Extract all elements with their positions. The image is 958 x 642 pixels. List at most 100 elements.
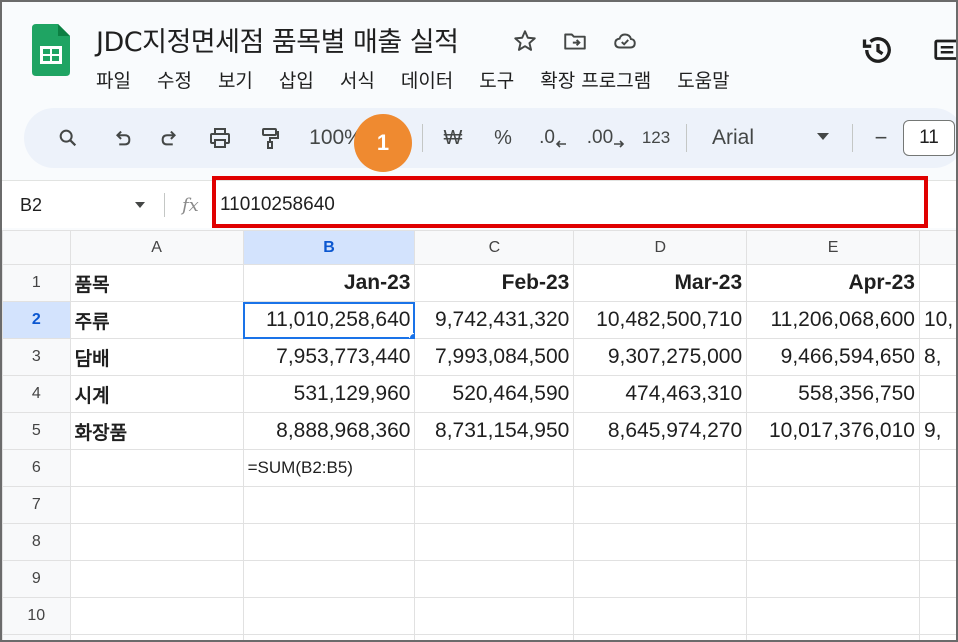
increase-decimal-button[interactable]: .00 — [586, 108, 626, 168]
cell-c6[interactable] — [414, 449, 575, 487]
cell-e8[interactable] — [746, 523, 920, 561]
row-header-6[interactable]: 6 — [2, 449, 71, 487]
cell-d2[interactable]: 10,482,500,710 — [573, 301, 748, 339]
cloud-saved-icon[interactable] — [610, 26, 640, 56]
cell-f5[interactable]: 9, — [918, 412, 956, 450]
cell-c4[interactable]: 520,464,590 — [414, 375, 575, 413]
menu-edit[interactable]: 수정 — [157, 66, 192, 93]
cell-f3[interactable]: 8, — [918, 338, 956, 376]
comment-icon[interactable] — [932, 36, 958, 66]
cell-f9[interactable] — [918, 560, 956, 598]
cell-e2[interactable]: 11,206,068,600 — [746, 301, 920, 339]
cell-d8[interactable] — [573, 523, 748, 561]
cell-d11[interactable] — [573, 634, 748, 640]
menu-help[interactable]: 도움말 — [677, 66, 729, 93]
cell-b8[interactable] — [242, 523, 416, 561]
cell-b3[interactable]: 7,953,773,440 — [242, 338, 416, 376]
cell-a11[interactable] — [69, 634, 244, 640]
cell-e6[interactable] — [746, 449, 920, 487]
cell-d4[interactable]: 474,463,310 — [573, 375, 748, 413]
move-folder-icon[interactable] — [560, 26, 590, 56]
cell-e4[interactable]: 558,356,750 — [746, 375, 920, 413]
print-icon[interactable] — [202, 108, 238, 168]
cell-f11[interactable] — [918, 634, 956, 640]
cell-f8[interactable] — [918, 523, 956, 561]
cell-a1[interactable]: 품목 — [69, 264, 244, 302]
cell-c5[interactable]: 8,731,154,950 — [414, 412, 575, 450]
column-header-b[interactable]: B — [242, 230, 416, 265]
cell-f6[interactable] — [918, 449, 956, 487]
cell-a10[interactable] — [69, 597, 244, 635]
column-header-e[interactable]: E — [746, 230, 920, 265]
row-header-3[interactable]: 3 — [2, 338, 71, 376]
menu-format[interactable]: 서식 — [340, 66, 375, 93]
cell-a6[interactable] — [69, 449, 244, 487]
menu-insert[interactable]: 삽입 — [279, 66, 314, 93]
cell-a9[interactable] — [69, 560, 244, 598]
undo-icon[interactable] — [104, 108, 140, 168]
cell-e10[interactable] — [746, 597, 920, 635]
cell-c2[interactable]: 9,742,431,320 — [414, 301, 575, 339]
cell-b2[interactable]: 11,010,258,640 — [242, 301, 416, 339]
star-icon[interactable] — [510, 26, 540, 56]
menu-data[interactable]: 데이터 — [401, 66, 453, 93]
cell-e5[interactable]: 10,017,376,010 — [746, 412, 920, 450]
menu-tools[interactable]: 도구 — [479, 66, 514, 93]
cell-a2[interactable]: 주류 — [69, 301, 244, 339]
cell-d5[interactable]: 8,645,974,270 — [573, 412, 748, 450]
cell-b9[interactable] — [242, 560, 416, 598]
cell-a4[interactable]: 시계 — [69, 375, 244, 413]
cell-b7[interactable] — [242, 486, 416, 524]
cell-f4[interactable] — [918, 375, 956, 413]
cell-b4[interactable]: 531,129,960 — [242, 375, 416, 413]
column-header-c[interactable]: C — [414, 230, 575, 265]
cell-b10[interactable] — [242, 597, 416, 635]
column-header-d[interactable]: D — [573, 230, 748, 265]
cell-a7[interactable] — [69, 486, 244, 524]
name-box-caret-icon[interactable] — [134, 201, 146, 210]
currency-format-button[interactable]: ₩ — [438, 108, 468, 168]
cell-b5[interactable]: 8,888,968,360 — [242, 412, 416, 450]
row-header-4[interactable]: 4 — [2, 375, 71, 413]
cell-d6[interactable] — [573, 449, 748, 487]
cell-a3[interactable]: 담배 — [69, 338, 244, 376]
document-title[interactable]: JDC지정면세점 품목별 매출 실적 — [96, 20, 459, 59]
row-header-5[interactable]: 5 — [2, 412, 71, 450]
row-header-11[interactable]: 11 — [2, 634, 71, 640]
redo-icon[interactable] — [152, 108, 188, 168]
name-box[interactable]: B2 — [20, 181, 42, 229]
cell-c8[interactable] — [414, 523, 575, 561]
more-formats-button[interactable]: 123 — [638, 108, 674, 168]
cell-c10[interactable] — [414, 597, 575, 635]
decrease-font-size-button[interactable]: − — [866, 108, 896, 168]
cell-e7[interactable] — [746, 486, 920, 524]
cell-c3[interactable]: 7,993,084,500 — [414, 338, 575, 376]
menu-extensions[interactable]: 확장 프로그램 — [540, 66, 651, 93]
font-dropdown-caret-icon[interactable] — [816, 132, 830, 142]
font-size-input[interactable]: 11 — [903, 120, 955, 156]
cell-f2[interactable]: 10, — [918, 301, 956, 339]
percent-format-button[interactable]: % — [488, 108, 518, 168]
cell-c11[interactable] — [414, 634, 575, 640]
select-all-corner[interactable] — [2, 230, 71, 265]
cell-c9[interactable] — [414, 560, 575, 598]
cell-d7[interactable] — [573, 486, 748, 524]
row-header-10[interactable]: 10 — [2, 597, 71, 635]
row-header-8[interactable]: 8 — [2, 523, 71, 561]
cell-a8[interactable] — [69, 523, 244, 561]
column-header-f[interactable] — [918, 230, 956, 265]
cell-e9[interactable] — [746, 560, 920, 598]
cell-f10[interactable] — [918, 597, 956, 635]
decrease-decimal-button[interactable]: .0 — [536, 108, 570, 168]
row-header-7[interactable]: 7 — [2, 486, 71, 524]
cell-e3[interactable]: 9,466,594,650 — [746, 338, 920, 376]
cell-c7[interactable] — [414, 486, 575, 524]
cell-b11[interactable] — [242, 634, 416, 640]
sheets-logo-icon[interactable] — [32, 24, 70, 76]
paint-format-icon[interactable] — [252, 108, 288, 168]
menu-view[interactable]: 보기 — [218, 66, 253, 93]
history-icon[interactable] — [860, 32, 896, 68]
cell-f1[interactable] — [918, 264, 956, 302]
row-header-1[interactable]: 1 — [2, 264, 71, 302]
menu-file[interactable]: 파일 — [96, 66, 131, 93]
